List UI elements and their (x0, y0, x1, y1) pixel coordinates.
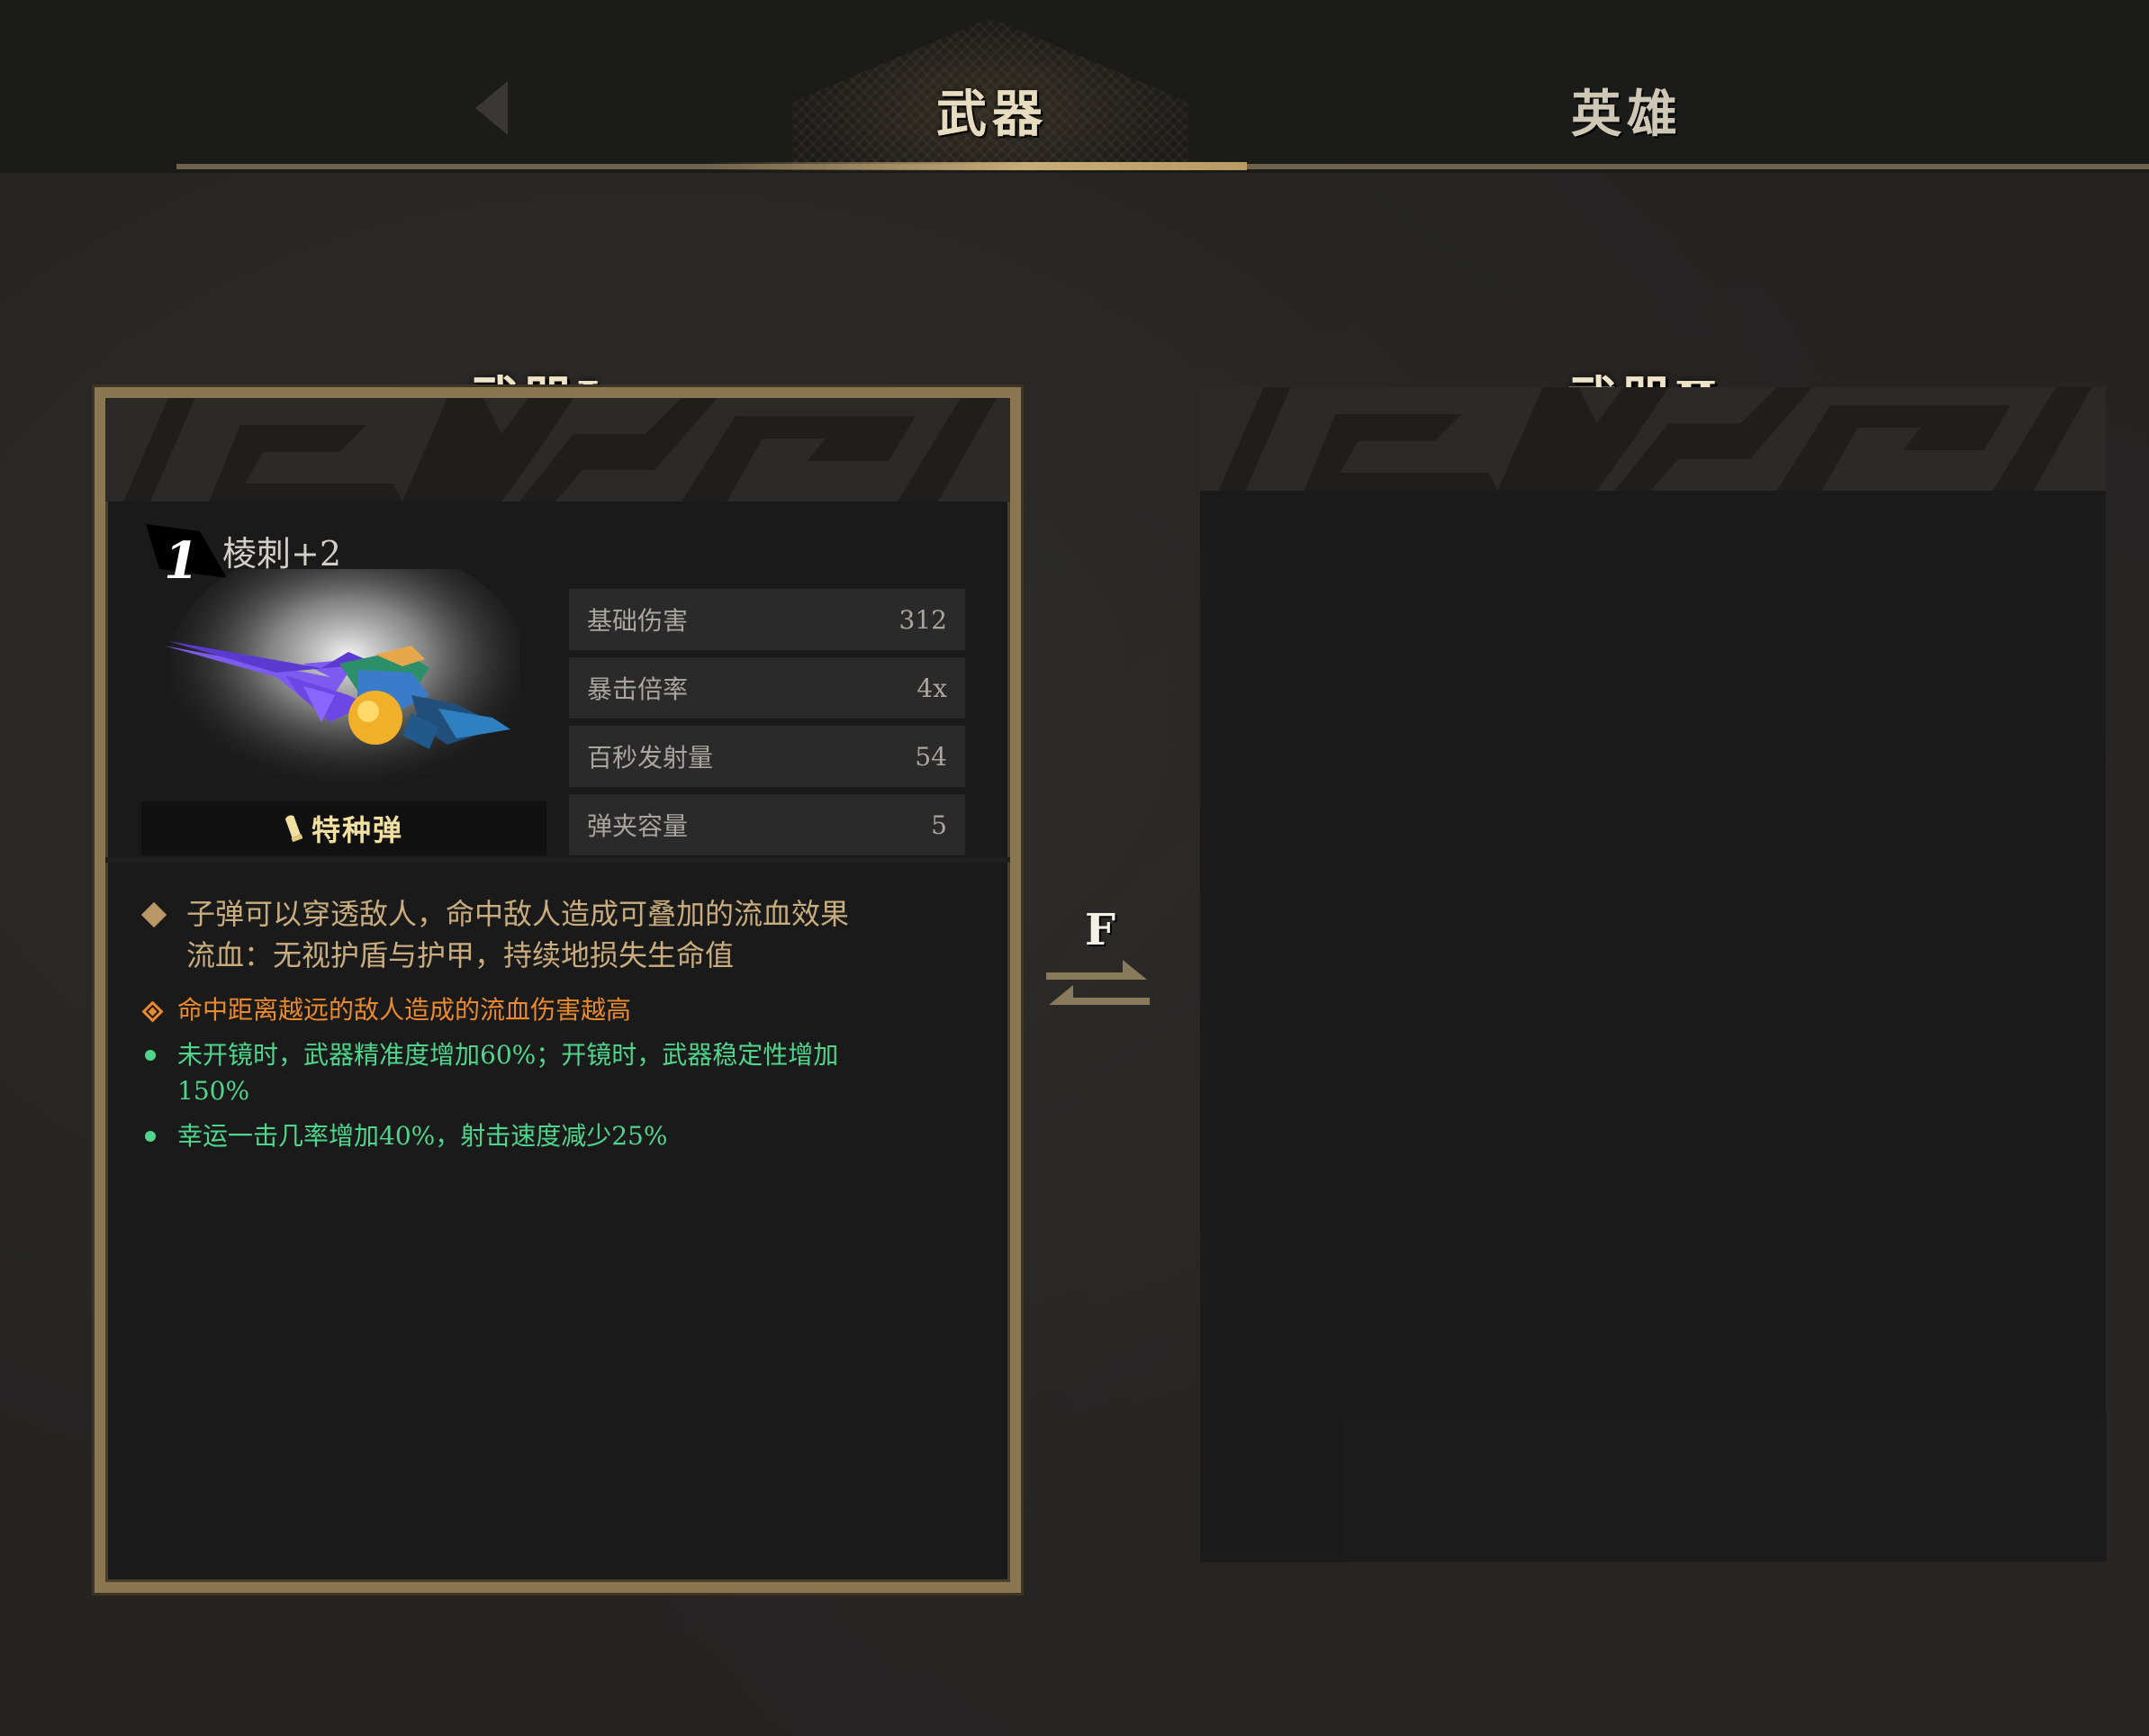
green-dot-icon (145, 1050, 156, 1061)
tab-heroes[interactable]: 英雄 (1571, 74, 1683, 147)
swap-arrows-icon[interactable] (1046, 953, 1150, 1025)
modifier-green-2: 幸运一击几率增加40%，射击速度减少25% (141, 1118, 952, 1154)
weapon-stats: 基础伤害 312 暴击倍率 4x 百秒发射量 54 弹夹容量 5 (569, 589, 965, 863)
stat-value: 54 (915, 741, 947, 772)
stat-label: 弹夹容量 (587, 811, 689, 841)
meander-banner (105, 398, 1010, 502)
weapon-description: 子弹可以穿透敌人，命中敌人造成可叠加的流血效果 流血：无视护盾与护甲，持续地损失… (140, 893, 952, 1163)
stat-row-fire-rate: 百秒发射量 54 (569, 726, 965, 787)
top-nav-bar: 武器 英雄 (0, 0, 2149, 173)
modifier-orange-text: 命中距离越远的敌人造成的流血伤害越高 (177, 995, 632, 1025)
tab-underline-active (702, 162, 1247, 170)
description-main: 子弹可以穿透敌人，命中敌人造成可叠加的流血效果 流血：无视护盾与护甲，持续地损失… (140, 893, 952, 976)
stat-value: 5 (931, 809, 947, 840)
stat-value: 312 (898, 604, 947, 635)
ammo-type-label: 特种弹 (311, 813, 403, 847)
swap-key-hint: F (1085, 905, 1116, 955)
separator (105, 857, 1010, 863)
weapon-slot-2-panel[interactable] (1200, 387, 2106, 1562)
meander-banner (1200, 387, 2106, 491)
modifier-green-1-text: 未开镜时，武器精准度增加60%；开镜时，武器稳定性增加150% (177, 1040, 839, 1106)
ammo-type-bar: 特种弹 (141, 801, 546, 855)
weapon-slot-2-footer (1341, 1414, 2107, 1562)
bullet-icon (284, 815, 302, 842)
stat-row-crit-multiplier: 暴击倍率 4x (569, 657, 965, 719)
description-line-1: 子弹可以穿透敌人，命中敌人造成可叠加的流血效果 (186, 897, 850, 931)
weapon-name: 棱刺+2 (222, 534, 342, 574)
modifier-green-2-text: 幸运一击几率增加40%，射击速度减少25% (177, 1121, 668, 1151)
description-line-2: 流血：无视护盾与护甲，持续地损失生命值 (186, 938, 735, 972)
tab-weapons[interactable]: 武器 (936, 74, 1048, 147)
diamond-bullet-icon (140, 901, 167, 928)
stat-row-magazine: 弹夹容量 5 (569, 794, 965, 855)
stat-value: 4x (916, 673, 947, 703)
modifier-orange: 命中距离越远的敌人造成的流血伤害越高 (141, 992, 952, 1028)
back-arrow-icon[interactable] (475, 81, 508, 135)
stat-row-base-damage: 基础伤害 312 (569, 589, 965, 650)
stat-label: 暴击倍率 (587, 674, 689, 704)
orange-diamond-icon (141, 1000, 164, 1023)
stat-label: 百秒发射量 (587, 743, 714, 773)
green-dot-icon (145, 1131, 156, 1142)
weapon-image (164, 569, 519, 794)
weapon-slot-1-panel[interactable]: 1 棱刺+2 特种弹 基础伤害 312 暴击倍率 4x 百秒发射量 54 弹夹容… (95, 387, 1021, 1593)
modifier-green-1: 未开镜时，武器精准度增加60%；开镜时，武器稳定性增加150% (141, 1037, 871, 1109)
stat-label: 基础伤害 (587, 606, 689, 636)
